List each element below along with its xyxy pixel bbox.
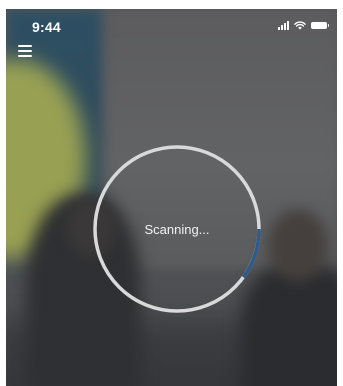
- status-icons: [278, 21, 329, 30]
- scanning-label: Scanning...: [92, 144, 262, 314]
- camera-background: [268, 209, 328, 281]
- battery-icon: [311, 22, 329, 29]
- wifi-icon: [294, 21, 306, 30]
- scanning-text: Scanning...: [144, 221, 210, 237]
- status-time: 9:44: [32, 19, 61, 35]
- menu-button[interactable]: [18, 45, 34, 59]
- status-bar: 9:44: [6, 9, 337, 45]
- camera-screen: 9:44 Scanning...: [6, 9, 337, 386]
- cellular-signal-icon: [278, 21, 289, 30]
